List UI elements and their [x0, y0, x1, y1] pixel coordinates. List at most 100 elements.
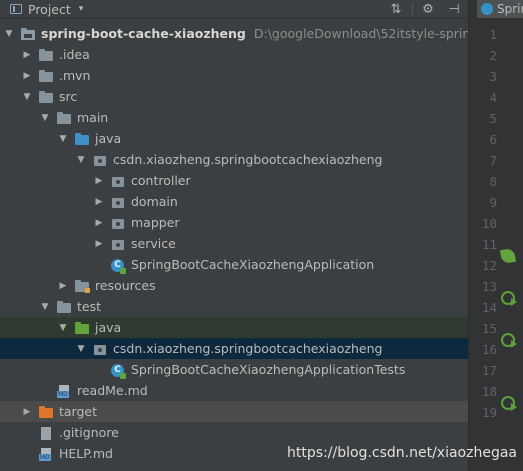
module-folder-icon [20, 27, 36, 41]
spring-class-icon: C [110, 363, 126, 379]
tree-item-mvn[interactable]: ▶ .mvn [0, 65, 468, 86]
package-icon [92, 153, 108, 167]
collapsed-arrow-icon[interactable]: ▶ [94, 176, 104, 186]
expanded-arrow-icon[interactable]: ▼ [58, 323, 68, 333]
project-view-selector[interactable]: Project ▾ [10, 0, 83, 18]
text-file-icon [38, 426, 54, 440]
tree-item-service[interactable]: ▶ service [0, 233, 468, 254]
tree-item-label: .gitignore [59, 425, 119, 440]
tree-item-test[interactable]: ▼ test [0, 296, 468, 317]
tree-item-readme[interactable]: readMe.md [0, 380, 468, 401]
folder-icon [38, 90, 54, 104]
tree-item-label: java [95, 320, 122, 335]
gear-icon[interactable]: ⚙ [418, 0, 438, 18]
line-number: 5 [489, 111, 497, 126]
package-icon [92, 342, 108, 356]
line-number: 17 [481, 363, 497, 378]
collapsed-arrow-icon[interactable]: ▶ [94, 239, 104, 249]
tree-item-label: SpringBootCacheXiaozhengApplicationTests [131, 362, 406, 377]
project-header: Project ▾ ⇅ ⚙ ⊣ [0, 0, 468, 19]
folder-icon [56, 111, 72, 125]
chevron-down-icon: ▾ [78, 4, 84, 14]
tree-item-label: .mvn [59, 68, 91, 83]
tree-item-gitignore[interactable]: .gitignore [0, 422, 468, 443]
package-icon [110, 216, 126, 230]
tree-item-application-class[interactable]: C SpringBootCacheXiaozhengApplication [0, 254, 468, 275]
tree-item-domain[interactable]: ▶ domain [0, 191, 468, 212]
project-path: D:\googleDownload\52itstyle-spring-boot [253, 26, 468, 41]
tree-item-java-main[interactable]: ▼ java [0, 128, 468, 149]
collapsed-arrow-icon[interactable]: ▶ [58, 281, 68, 291]
tree-item-label: controller [131, 173, 191, 188]
expanded-arrow-icon[interactable]: ▼ [40, 113, 50, 123]
tree-item-label: SpringBootCacheXiaozhengApplication [131, 257, 375, 272]
class-icon [481, 3, 493, 15]
package-icon [110, 195, 126, 209]
editor-tab[interactable]: Sprin [477, 0, 523, 18]
line-number: 6 [489, 132, 497, 147]
expanded-arrow-icon[interactable]: ▼ [76, 344, 86, 354]
tree-item-label: src [59, 89, 78, 104]
run-icon[interactable] [501, 291, 517, 306]
line-number: 12 [481, 258, 497, 273]
tree-item-package-test[interactable]: ▼ csdn.xiaozheng.springbootcachexiaozhen… [0, 338, 468, 359]
spring-bean-icon[interactable] [499, 247, 517, 265]
tree-item-idea[interactable]: ▶ .idea [0, 44, 468, 65]
expanded-arrow-icon[interactable]: ▼ [4, 29, 14, 39]
tree-item-java-test[interactable]: ▼ java [0, 317, 468, 338]
tree-item-label: csdn.xiaozheng.springbootcachexiaozheng [113, 152, 383, 167]
tree-item-label: .idea [59, 47, 90, 62]
line-number: 19 [481, 405, 497, 420]
run-icon[interactable] [501, 396, 517, 411]
tree-item-main[interactable]: ▼ main [0, 107, 468, 128]
collapsed-arrow-icon[interactable]: ▶ [94, 218, 104, 228]
markdown-file-icon [38, 447, 54, 461]
hide-panel-icon[interactable]: ⊣ [444, 0, 464, 18]
source-folder-icon [74, 132, 90, 146]
expanded-arrow-icon[interactable]: ▼ [58, 134, 68, 144]
collapsed-arrow-icon[interactable]: ▶ [22, 71, 32, 81]
editor-tab-label: Sprin [497, 2, 523, 16]
test-folder-icon [74, 321, 90, 335]
project-tool-window: Project ▾ ⇅ ⚙ ⊣ ▼ spring-boot-cache-xiao… [0, 0, 468, 471]
line-number: 4 [489, 90, 497, 105]
tree-item-package-main[interactable]: ▼ csdn.xiaozheng.springbootcachexiaozhen… [0, 149, 468, 170]
line-number: 11 [481, 237, 497, 252]
folder-icon [38, 69, 54, 83]
excluded-folder-icon [38, 405, 54, 419]
project-title: Project [28, 1, 71, 17]
line-number: 8 [489, 174, 497, 189]
collapsed-arrow-icon[interactable]: ▶ [94, 197, 104, 207]
line-number: 10 [481, 216, 497, 231]
watermark-text: https://blog.csdn.net/xiaozhegaa [287, 445, 517, 461]
tree-item-label: csdn.xiaozheng.springbootcachexiaozheng [113, 341, 383, 356]
expanded-arrow-icon[interactable]: ▼ [76, 155, 86, 165]
line-number: 13 [481, 279, 497, 294]
tree-item-label: mapper [131, 215, 180, 230]
tree-item-label: domain [131, 194, 178, 209]
spring-class-icon: C [110, 258, 126, 274]
run-icon[interactable] [501, 333, 517, 348]
tree-item-label: service [131, 236, 176, 251]
collapsed-arrow-icon[interactable]: ▶ [22, 407, 32, 417]
line-number: 16 [481, 342, 497, 357]
expanded-arrow-icon[interactable]: ▼ [40, 302, 50, 312]
resources-folder-icon [74, 279, 90, 293]
tree-item-root[interactable]: ▼ spring-boot-cache-xiaozheng D:\googleD… [0, 23, 468, 44]
tree-item-test-class[interactable]: C SpringBootCacheXiaozhengApplicationTes… [0, 359, 468, 380]
tree-item-label: target [59, 404, 98, 419]
expanded-arrow-icon[interactable]: ▼ [22, 92, 32, 102]
collapse-all-icon[interactable]: ⇅ [386, 0, 406, 18]
line-number: 1 [489, 27, 497, 42]
tree-item-target[interactable]: ▶ target [0, 401, 468, 422]
collapsed-arrow-icon[interactable]: ▶ [22, 50, 32, 60]
line-number: 15 [481, 321, 497, 336]
line-number: 2 [489, 48, 497, 63]
tree-item-src[interactable]: ▼ src [0, 86, 468, 107]
tree-item-controller[interactable]: ▶ controller [0, 170, 468, 191]
tree-item-label: readMe.md [77, 383, 148, 398]
tree-item-mapper[interactable]: ▶ mapper [0, 212, 468, 233]
tree-item-label: HELP.md [59, 446, 113, 461]
line-number: 9 [489, 195, 497, 210]
tree-item-resources[interactable]: ▶ resources [0, 275, 468, 296]
